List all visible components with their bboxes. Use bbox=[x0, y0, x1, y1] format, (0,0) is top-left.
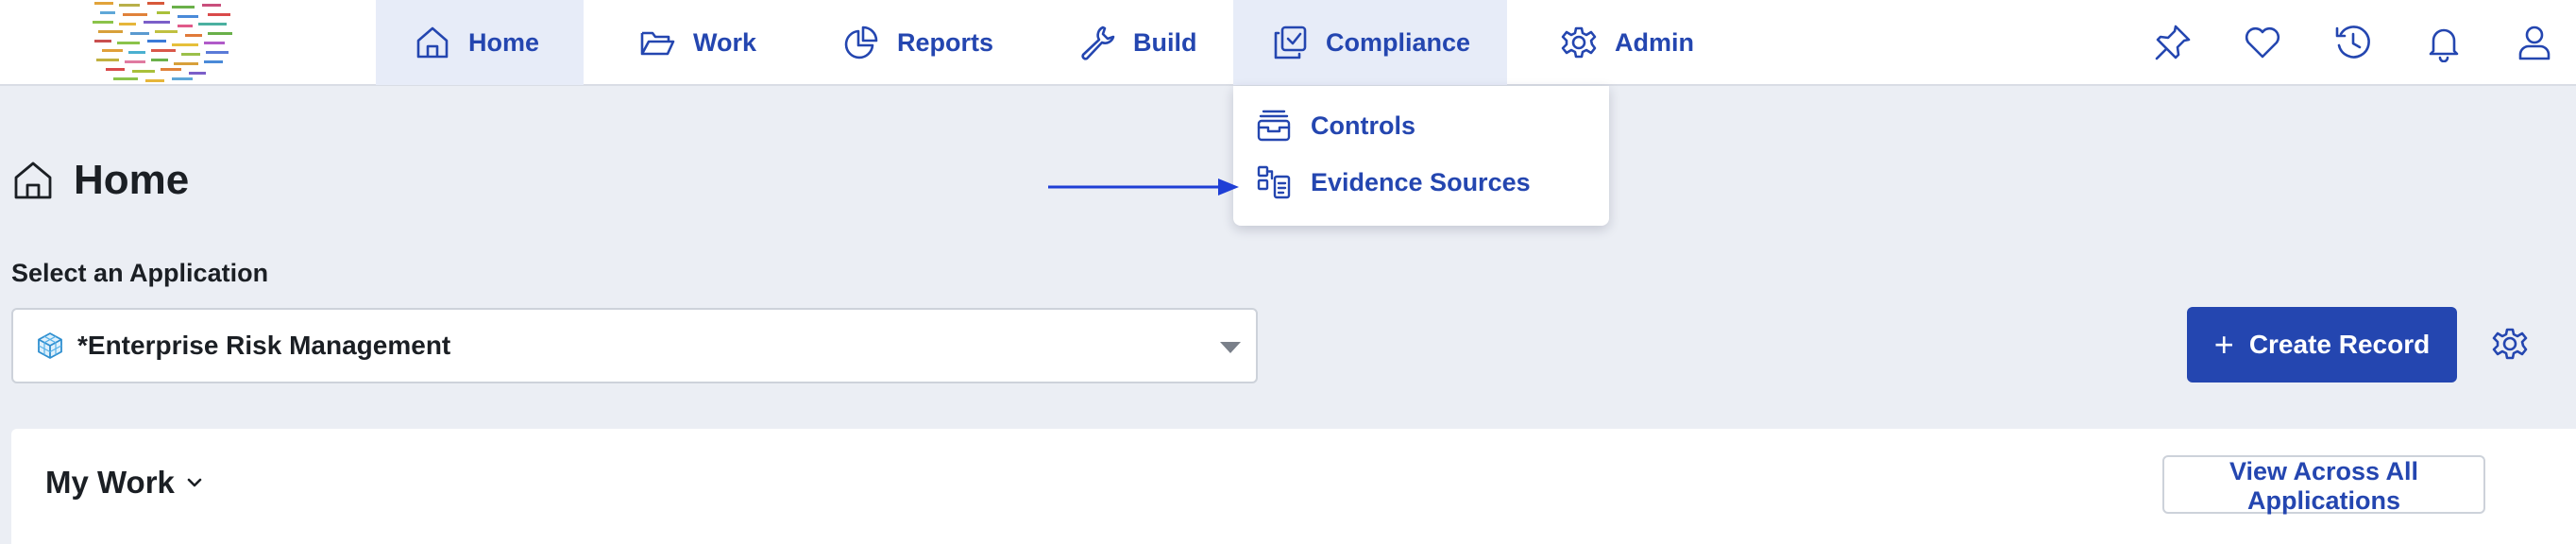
create-record-button[interactable]: + Create Record bbox=[2187, 307, 2457, 382]
gear-icon[interactable] bbox=[2491, 325, 2529, 363]
nav-build-label: Build bbox=[1133, 27, 1197, 57]
nav-build[interactable]: Build bbox=[1067, 0, 1209, 85]
chevron-down-icon bbox=[184, 472, 205, 493]
menu-item-controls[interactable]: Controls bbox=[1233, 97, 1609, 154]
nav-reports[interactable]: Reports bbox=[831, 0, 1005, 85]
home-icon bbox=[414, 24, 451, 61]
user-icon[interactable] bbox=[2515, 23, 2554, 62]
pin-icon[interactable] bbox=[2153, 23, 2193, 62]
bell-icon[interactable] bbox=[2424, 23, 2464, 62]
select-application-label: Select an Application bbox=[11, 259, 269, 287]
chevron-down-icon bbox=[1220, 342, 1241, 353]
page-title: Home bbox=[11, 157, 189, 204]
application-cube-icon bbox=[36, 332, 64, 360]
application-select[interactable]: *Enterprise Risk Management bbox=[11, 308, 1258, 383]
my-work-title: My Work bbox=[45, 465, 175, 500]
gear-icon bbox=[1560, 24, 1598, 61]
my-work-card: My Work View Across All Applications bbox=[11, 429, 2576, 544]
view-across-all-applications-button[interactable]: View Across All Applications bbox=[2162, 455, 2485, 515]
plus-icon: + bbox=[2213, 325, 2234, 364]
my-work-toggle[interactable]: My Work bbox=[45, 465, 205, 501]
menu-item-controls-label: Controls bbox=[1311, 110, 1415, 140]
nav-compliance-label: Compliance bbox=[1326, 27, 1471, 57]
wrench-icon bbox=[1078, 24, 1116, 61]
top-navigation-bar: Home Work Reports Build Compliance Admin bbox=[0, 0, 2576, 86]
nav-home[interactable]: Home bbox=[376, 0, 584, 85]
nav-home-label: Home bbox=[468, 27, 540, 57]
nav-work-label: Work bbox=[693, 27, 757, 57]
nav-reports-label: Reports bbox=[897, 27, 994, 57]
company-logo[interactable] bbox=[91, 0, 244, 83]
compliance-check-icon bbox=[1271, 24, 1309, 61]
menu-item-evidence-sources[interactable]: Evidence Sources bbox=[1233, 154, 1609, 211]
heart-icon[interactable] bbox=[2243, 23, 2282, 62]
flowchart-icon bbox=[1256, 164, 1292, 200]
page-title-text: Home bbox=[74, 157, 190, 203]
menu-item-evidence-sources-label: Evidence Sources bbox=[1311, 167, 1531, 196]
create-record-label: Create Record bbox=[2248, 330, 2431, 359]
archive-icon bbox=[1256, 108, 1292, 144]
annotation-arrow bbox=[1048, 178, 1239, 196]
selected-application-value: *Enterprise Risk Management bbox=[77, 331, 451, 360]
folder-icon bbox=[638, 24, 676, 61]
nav-admin[interactable]: Admin bbox=[1549, 0, 1705, 85]
compliance-dropdown-menu: Controls Evidence Sources bbox=[1233, 86, 1609, 226]
nav-work[interactable]: Work bbox=[627, 0, 768, 85]
nav-admin-label: Admin bbox=[1615, 27, 1694, 57]
history-icon[interactable] bbox=[2333, 23, 2373, 62]
nav-compliance[interactable]: Compliance bbox=[1233, 0, 1507, 85]
pie-chart-icon bbox=[842, 24, 880, 61]
home-icon bbox=[11, 159, 55, 202]
